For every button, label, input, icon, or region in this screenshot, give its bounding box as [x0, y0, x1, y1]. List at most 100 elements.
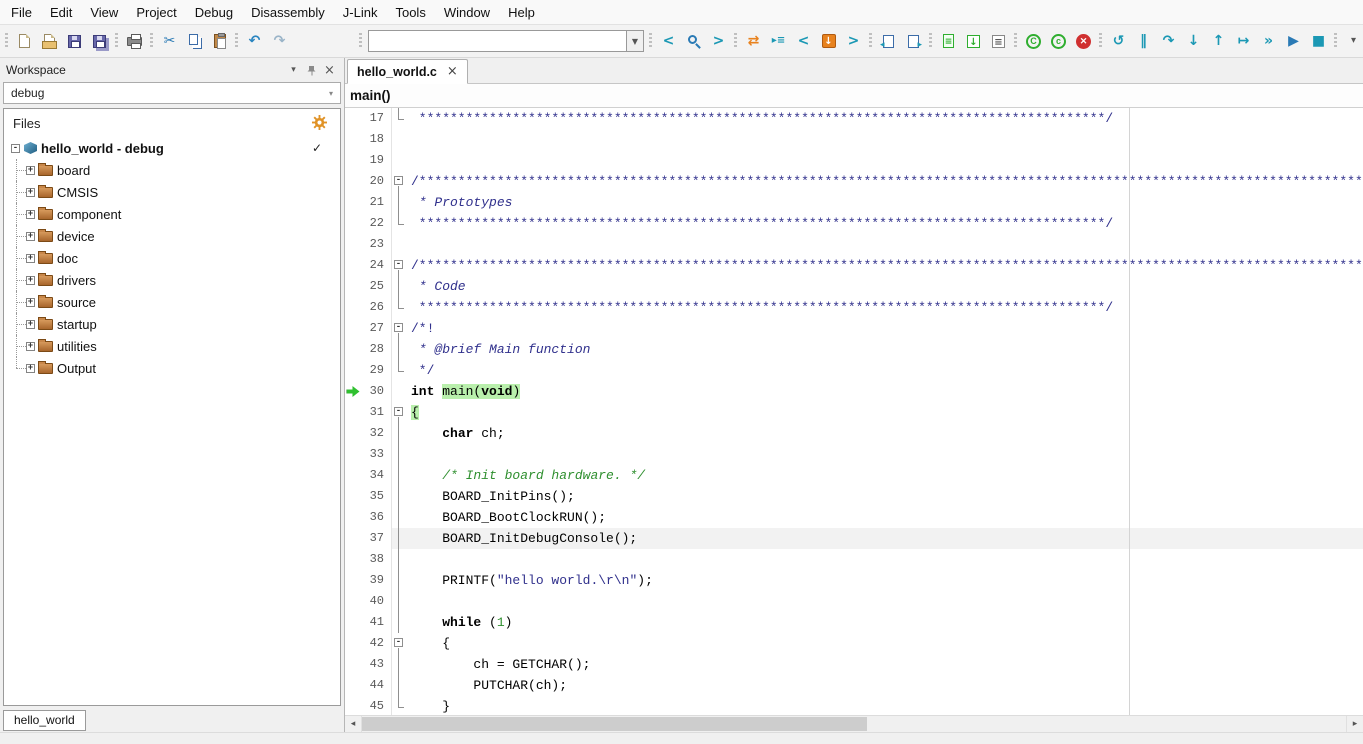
menu-edit[interactable]: Edit — [41, 2, 81, 23]
function-selector[interactable]: main() — [345, 84, 1363, 108]
breakpoint-margin[interactable] — [345, 654, 361, 675]
breakpoint-margin[interactable] — [345, 591, 361, 612]
menu-disassembly[interactable]: Disassembly — [242, 2, 334, 23]
breakpoint-margin[interactable] — [345, 129, 361, 150]
find-combobox-dropdown[interactable]: ▼ — [626, 30, 644, 52]
menu-debug[interactable]: Debug — [186, 2, 242, 23]
code-line-21[interactable]: 21 * Prototypes — [345, 192, 1363, 213]
workspace-close-button[interactable]: × — [321, 62, 338, 78]
code-line-19[interactable]: 19 — [345, 150, 1363, 171]
code-line-36[interactable]: 36 BOARD_BootClockRUN(); — [345, 507, 1363, 528]
break-button[interactable]: ‖ — [1132, 30, 1155, 53]
code-line-40[interactable]: 40 — [345, 591, 1363, 612]
code-line-45[interactable]: 45 } — [345, 696, 1363, 715]
breakpoint-margin[interactable] — [345, 255, 361, 276]
compile-button[interactable] — [937, 30, 960, 53]
menu-view[interactable]: View — [81, 2, 127, 23]
scrollbar-thumb[interactable] — [362, 717, 867, 731]
breakpoint-margin[interactable] — [345, 570, 361, 591]
expand-box-icon[interactable]: + — [26, 298, 35, 307]
breakpoint-margin[interactable] — [345, 549, 361, 570]
cstat-analyze-file-button[interactable]: c — [1047, 30, 1070, 53]
code-line-32[interactable]: 32 char ch; — [345, 423, 1363, 444]
settings-gear-icon[interactable] — [312, 115, 327, 133]
code-line-26[interactable]: 26 *************************************… — [345, 297, 1363, 318]
menu-file[interactable]: File — [2, 2, 41, 23]
fold-collapse-icon[interactable]: - — [394, 260, 403, 269]
code-editor[interactable]: 17 *************************************… — [345, 108, 1363, 715]
breakpoint-margin[interactable] — [345, 339, 361, 360]
code-line-30[interactable]: 30int main(void) — [345, 381, 1363, 402]
tree-item-board[interactable]: +board — [4, 159, 340, 181]
fold-collapse-icon[interactable]: - — [394, 638, 403, 647]
find-next-button[interactable]: > — [707, 30, 730, 53]
toggle-bookmark-button[interactable]: ▸≡ — [767, 30, 790, 53]
breakpoint-margin[interactable] — [345, 633, 361, 654]
find-previous-button[interactable]: < — [657, 30, 680, 53]
save-button[interactable] — [63, 30, 86, 53]
editor-tab-hello-world-c[interactable]: hello_world.c × — [347, 59, 468, 84]
previous-bookmark-button[interactable]: < — [792, 30, 815, 53]
reset-button[interactable]: ↺ — [1107, 30, 1130, 53]
redo-button[interactable]: ↷ — [268, 30, 291, 53]
breakpoint-margin[interactable] — [345, 675, 361, 696]
expand-box-icon[interactable]: + — [26, 342, 35, 351]
expand-box-icon[interactable]: + — [26, 276, 35, 285]
breakpoint-margin[interactable] — [345, 150, 361, 171]
code-line-29[interactable]: 29 */ — [345, 360, 1363, 381]
collapse-box-icon[interactable]: - — [11, 144, 20, 153]
navigate-forward-button[interactable] — [902, 30, 925, 53]
tree-item-device[interactable]: +device — [4, 225, 340, 247]
code-line-42[interactable]: 42- { — [345, 633, 1363, 654]
code-line-27[interactable]: 27-/*! — [345, 318, 1363, 339]
tree-item-startup[interactable]: +startup — [4, 313, 340, 335]
save-all-button[interactable] — [88, 30, 111, 53]
code-line-20[interactable]: 20-/************************************… — [345, 171, 1363, 192]
fold-collapse-icon[interactable]: - — [394, 407, 403, 416]
breakpoint-margin[interactable] — [345, 171, 361, 192]
breakpoint-margin[interactable] — [345, 318, 361, 339]
workspace-tab-hello-world[interactable]: hello_world — [3, 710, 86, 731]
paste-button[interactable] — [208, 30, 231, 53]
tree-item-drivers[interactable]: +drivers — [4, 269, 340, 291]
breakpoint-margin[interactable] — [345, 444, 361, 465]
tree-item-output[interactable]: +Output — [4, 357, 340, 379]
tree-item-source[interactable]: +source — [4, 291, 340, 313]
undo-button[interactable]: ↶ — [243, 30, 266, 53]
next-statement-button[interactable]: ↦ — [1232, 30, 1255, 53]
expand-box-icon[interactable]: + — [26, 166, 35, 175]
step-over-button[interactable]: ↷ — [1157, 30, 1180, 53]
breakpoint-margin[interactable] — [345, 507, 361, 528]
breakpoint-margin[interactable] — [345, 696, 361, 715]
breakpoint-margin[interactable] — [345, 402, 361, 423]
expand-box-icon[interactable]: + — [26, 254, 35, 263]
breakpoint-margin[interactable] — [345, 108, 361, 129]
code-line-38[interactable]: 38 — [345, 549, 1363, 570]
breakpoint-margin[interactable] — [345, 381, 361, 402]
expand-box-icon[interactable]: + — [26, 232, 35, 241]
toolbar-overflow-button[interactable]: ▾ — [1342, 30, 1363, 53]
build-options-button[interactable] — [987, 30, 1010, 53]
scrollbar-track[interactable] — [362, 716, 1346, 732]
expand-box-icon[interactable]: + — [26, 188, 35, 197]
code-line-37[interactable]: 37 BOARD_InitDebugConsole(); — [345, 528, 1363, 549]
code-line-25[interactable]: 25 * Code — [345, 276, 1363, 297]
menu-project[interactable]: Project — [127, 2, 185, 23]
breakpoint-margin[interactable] — [345, 423, 361, 444]
horizontal-scrollbar[interactable]: ◂ ▸ — [345, 715, 1363, 732]
menu-help[interactable]: Help — [499, 2, 544, 23]
code-line-28[interactable]: 28 * @brief Main function — [345, 339, 1363, 360]
scroll-right-button[interactable]: ▸ — [1346, 716, 1363, 732]
stop-debugging-button[interactable]: ■ — [1307, 30, 1330, 53]
code-line-41[interactable]: 41 while (1) — [345, 612, 1363, 633]
scroll-left-button[interactable]: ◂ — [345, 716, 362, 732]
code-line-31[interactable]: 31-{ — [345, 402, 1363, 423]
cstat-analyze-project-button[interactable]: C — [1022, 30, 1045, 53]
code-line-35[interactable]: 35 BOARD_InitPins(); — [345, 486, 1363, 507]
tree-item-cmsis[interactable]: +CMSIS — [4, 181, 340, 203]
cut-button[interactable]: ✂ — [158, 30, 181, 53]
breakpoint-margin[interactable] — [345, 213, 361, 234]
new-document-button[interactable] — [13, 30, 36, 53]
code-line-39[interactable]: 39 PRINTF("hello world.\r\n"); — [345, 570, 1363, 591]
breakpoint-margin[interactable] — [345, 192, 361, 213]
